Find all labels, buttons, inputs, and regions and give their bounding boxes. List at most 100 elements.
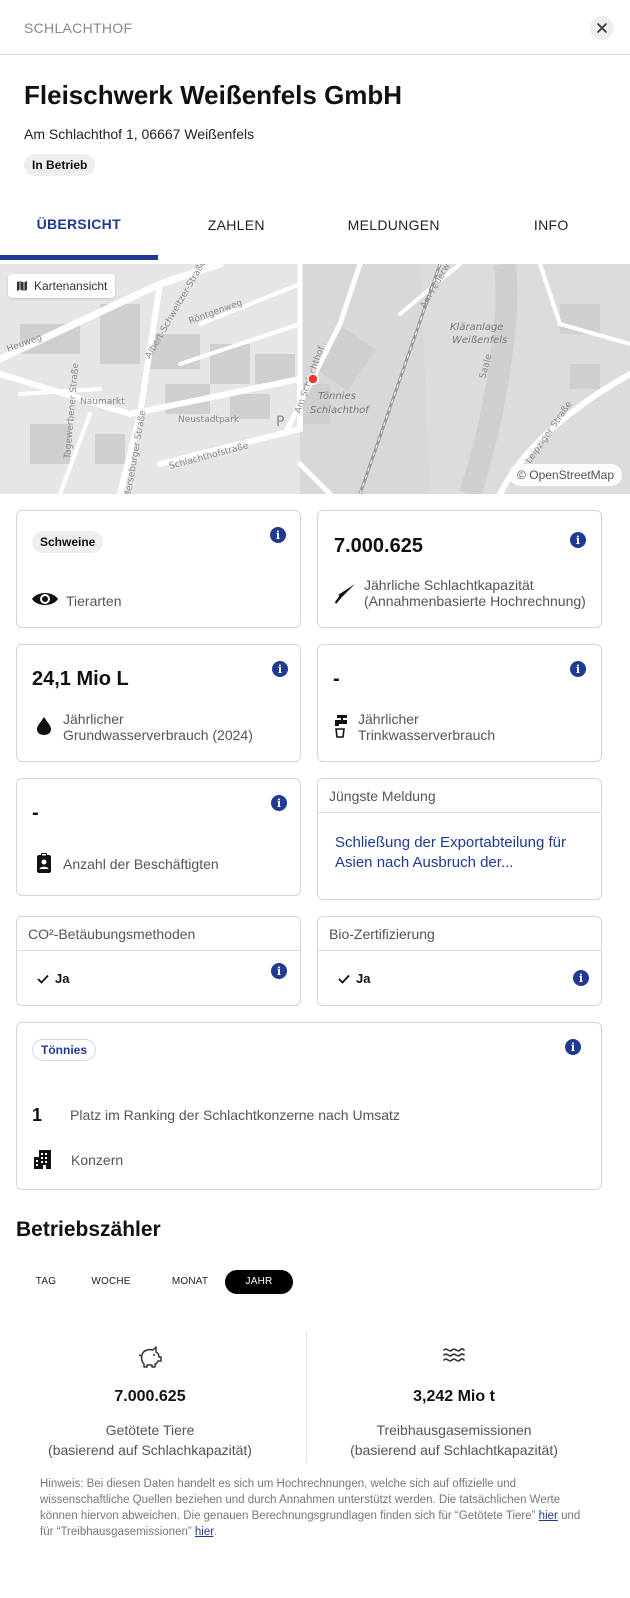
map-canvas: Heuweg Tagewerbener Straße Albert-Schwei… — [0, 264, 630, 494]
killed-animals-label: Getötete Tiere (basierend auf Schlachkap… — [0, 1420, 300, 1460]
svg-text:Naumarkt: Naumarkt — [80, 397, 125, 407]
tab-bar: ÜBERSICHT ZAHLEN MELDUNGEN INFO — [0, 200, 630, 260]
status-badge: In Betrieb — [24, 154, 96, 176]
facility-address: Am Schlachthof 1, 06667 Weißenfels — [24, 126, 255, 142]
period-year[interactable]: JAHR — [225, 1270, 293, 1294]
period-month[interactable]: MONAT — [162, 1270, 218, 1294]
location-marker — [307, 373, 319, 385]
info-icon[interactable]: i — [272, 661, 288, 677]
facility-type-label: SCHLACHTHOF — [24, 20, 133, 36]
group-badge[interactable]: Tönnies — [32, 1039, 97, 1061]
info-icon[interactable]: i — [270, 527, 286, 543]
groundwater-value: 24,1 Mio L — [32, 668, 129, 690]
latest-news-card[interactable]: Jüngste Meldung Schließung der Exportabt… — [317, 778, 602, 900]
faucet-icon — [332, 713, 352, 739]
latest-news-heading: Jüngste Meldung — [318, 779, 601, 813]
parking-symbol: P — [276, 414, 284, 430]
close-button[interactable] — [590, 16, 614, 40]
info-icon[interactable]: i — [565, 1039, 581, 1055]
killed-animals-label-line1: Getötete Tiere — [105, 1422, 195, 1438]
calculation-disclaimer: Hinweis: Bei diesen Daten handelt es sic… — [40, 1476, 590, 1540]
group-card: Tönnies i 1 Platz im Ranking der Schlach… — [16, 1022, 602, 1190]
water-drop-icon — [35, 715, 53, 737]
map-attribution[interactable]: © OpenStreetMap — [509, 464, 622, 486]
tab-news[interactable]: MELDUNGEN — [315, 200, 473, 260]
emissions-label-line1: Treibhausgasemissionen — [376, 1422, 532, 1438]
svg-text:Schlachthof: Schlachthof — [310, 405, 370, 416]
group-type-label: Konzern — [71, 1152, 124, 1168]
disclaimer-text-end: . — [213, 1526, 217, 1538]
check-icon — [338, 974, 350, 984]
bio-certification-text: Ja — [356, 971, 371, 986]
waves-icon — [304, 1346, 604, 1370]
map-icon — [17, 281, 27, 291]
panel-header: SCHLACHTHOF — [0, 0, 630, 55]
drinkingwater-label-line1: Jährlicher — [358, 711, 419, 727]
emissions-value: 3,242 Mio t — [413, 1388, 495, 1405]
bio-certification-heading: Bio-Zertifizierung — [318, 917, 601, 951]
groundwater-label-line1: Jährlicher — [63, 711, 124, 727]
species-card: Schweine i Tierarten — [16, 510, 301, 628]
pig-icon — [0, 1346, 300, 1370]
capacity-label-line2: (Annahmenbasierte Hochrechnung) — [364, 593, 586, 609]
species-badge: Schweine — [32, 531, 104, 553]
info-icon[interactable]: i — [271, 963, 287, 979]
drinkingwater-value: - — [333, 668, 340, 690]
emissions-label-line2: (basierend auf Schlachtkapazität) — [350, 1442, 558, 1458]
svg-text:Tönnies: Tönnies — [318, 391, 356, 402]
drinkingwater-card: - i Jährlicher Trinkwasserverbrauch — [317, 644, 602, 762]
knife-icon — [332, 581, 358, 607]
employees-card: - i Anzahl der Beschäftigten — [16, 778, 301, 896]
capacity-label: Jährliche Schlachtkapazität (Annahmenbas… — [364, 577, 586, 609]
period-day[interactable]: TAG — [24, 1270, 68, 1294]
co2-stunning-value: Ja — [37, 971, 69, 986]
group-rank-value: 1 — [32, 1105, 43, 1125]
co2-stunning-heading: CO²-Betäubungsmethoden — [17, 917, 300, 951]
map-view-label: Kartenansicht — [34, 279, 108, 293]
tab-numbers[interactable]: ZAHLEN — [158, 200, 316, 260]
svg-text:Kläranlage: Kläranlage — [450, 322, 503, 333]
stat-killed-animals: 7.000.625 Getötete Tiere (basierend auf … — [0, 1332, 300, 1460]
period-week[interactable]: WOCHE — [84, 1270, 138, 1294]
employees-value: - — [32, 802, 39, 824]
drinkingwater-label-line2: Trinkwasserverbrauch — [358, 727, 496, 743]
info-icon[interactable]: i — [573, 970, 589, 986]
location-map[interactable]: Heuweg Tagewerbener Straße Albert-Schwei… — [0, 264, 630, 494]
groundwater-label-line2: Grundwasserverbrauch (2024) — [63, 727, 253, 743]
svg-text:Weißenfels: Weißenfels — [452, 335, 507, 346]
co2-stunning-card: CO²-Betäubungsmethoden Ja i — [16, 916, 301, 1006]
info-icon[interactable]: i — [570, 661, 586, 677]
eye-icon — [31, 589, 59, 609]
capacity-label-line1: Jährliche Schlachtkapazität — [364, 577, 534, 593]
disclaimer-text: Hinweis: Bei diesen Daten handelt es sic… — [40, 1478, 561, 1522]
emissions-label: Treibhausgasemissionen (basierend auf Sc… — [304, 1420, 604, 1460]
killed-animals-label-line2: (basierend auf Schlachkapazität) — [48, 1442, 252, 1458]
latest-news-link[interactable]: Schließung der Exportabteilung für Asien… — [335, 833, 595, 873]
info-icon[interactable]: i — [570, 532, 586, 548]
killed-animals-value: 7.000.625 — [114, 1388, 186, 1405]
species-label: Tierarten — [66, 593, 122, 609]
tab-info[interactable]: INFO — [473, 200, 630, 260]
facility-detail-panel: SCHLACHTHOF Fleischwerk Weißenfels GmbH … — [0, 0, 630, 1598]
groundwater-label: Jährlicher Grundwasserverbrauch (2024) — [63, 711, 253, 743]
group-rank-label: Platz im Ranking der Schlachtkonzerne na… — [70, 1107, 400, 1123]
facility-title: Fleischwerk Weißenfels GmbH — [24, 80, 403, 110]
capacity-card: 7.000.625 i Jährliche Schlachtkapazität … — [317, 510, 602, 628]
stat-emissions: 3,242 Mio t Treibhausgasemissionen (basi… — [304, 1332, 604, 1460]
close-icon — [597, 23, 607, 33]
tab-overview[interactable]: ÜBERSICHT — [0, 200, 158, 260]
info-icon[interactable]: i — [271, 795, 287, 811]
employees-label: Anzahl der Beschäftigten — [63, 856, 219, 872]
capacity-value: 7.000.625 — [334, 535, 423, 557]
building-icon — [32, 1147, 56, 1171]
killed-animals-source-link[interactable]: hier — [539, 1510, 558, 1522]
bio-certification-card: Bio-Zertifizierung Ja i — [317, 916, 602, 1006]
co2-stunning-text: Ja — [55, 971, 70, 986]
emissions-source-link[interactable]: hier — [195, 1526, 214, 1538]
check-icon — [37, 974, 49, 984]
bio-certification-value: Ja — [338, 971, 370, 986]
map-view-button[interactable]: Kartenansicht — [8, 274, 116, 298]
id-badge-icon — [35, 851, 53, 875]
drinkingwater-label: Jährlicher Trinkwasserverbrauch — [358, 711, 495, 743]
counter-title: Betriebszähler — [16, 1218, 161, 1241]
